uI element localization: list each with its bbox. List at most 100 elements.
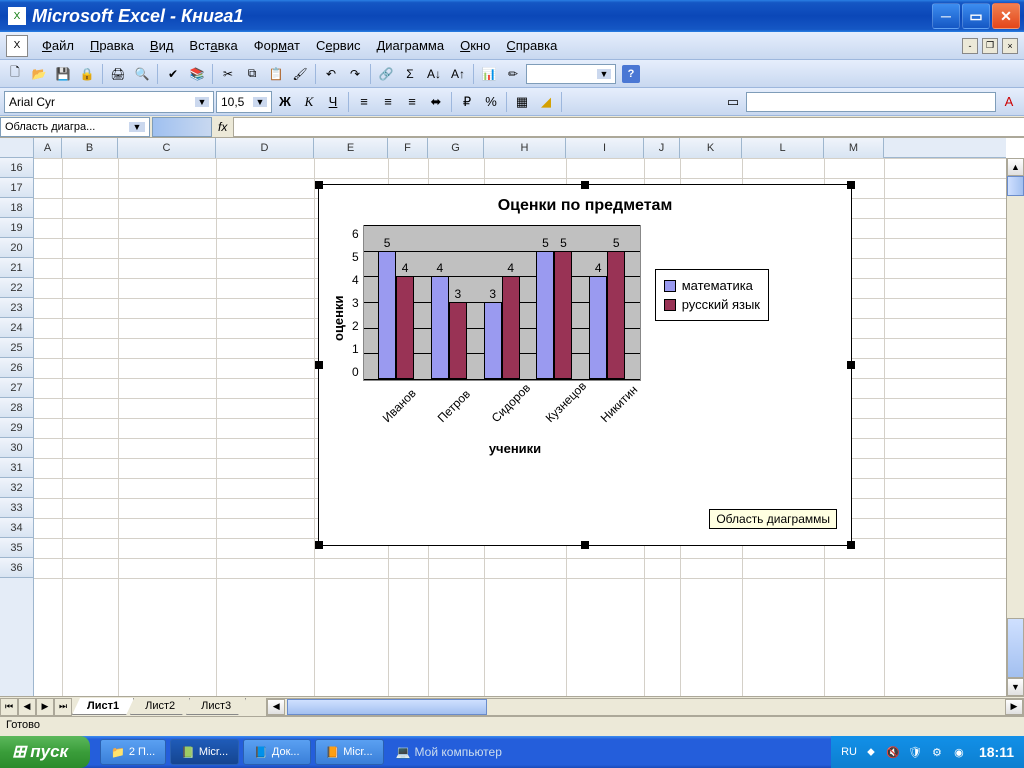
copy-button[interactable]: ⧉ (241, 63, 263, 85)
resize-handle-sw[interactable] (315, 541, 323, 549)
column-header-F[interactable]: F (388, 138, 428, 158)
row-header-27[interactable]: 27 (0, 378, 33, 398)
menu-window[interactable]: Окно (452, 35, 498, 56)
bar-Кузнецов-математика[interactable]: 5 (536, 251, 554, 379)
scroll-down-arrow[interactable]: ▼ (1007, 678, 1024, 696)
column-header-E[interactable]: E (314, 138, 388, 158)
tab-nav-prev[interactable]: ◀ (18, 698, 36, 716)
drawing-button[interactable]: ✏ (502, 63, 524, 85)
help-button[interactable]: ? (622, 65, 640, 83)
resize-handle-ne[interactable] (847, 181, 855, 189)
format-painter-button[interactable]: 🖌 (289, 63, 311, 85)
name-box-handle[interactable] (152, 117, 212, 137)
bar-Кузнецов-русский язык[interactable]: 5 (554, 251, 572, 379)
font-size-select[interactable]: 10,5▼ (216, 91, 272, 113)
bar-Никитин-русский язык[interactable]: 5 (607, 251, 625, 379)
autosum-button[interactable]: Σ (399, 63, 421, 85)
row-header-23[interactable]: 23 (0, 298, 33, 318)
column-header-M[interactable]: M (824, 138, 884, 158)
bar-Сидоров-русский язык[interactable]: 4 (502, 276, 520, 379)
chart-x-axis-label[interactable]: ученики (179, 401, 851, 456)
taskbar-button[interactable]: 📙Micr... (315, 739, 384, 765)
scroll-right-arrow[interactable]: ▶ (1005, 699, 1023, 715)
chart-object[interactable]: Оценки по предметам оценки 6543210 54433… (318, 184, 852, 546)
row-header-28[interactable]: 28 (0, 398, 33, 418)
undo-button[interactable]: ↶ (320, 63, 342, 85)
spreadsheet-grid[interactable]: ABCDEFGHIJKLM 16171819202122232425262728… (0, 138, 1024, 696)
row-header-19[interactable]: 19 (0, 218, 33, 238)
print-preview-button[interactable]: 🔍 (131, 63, 153, 85)
redo-button[interactable]: ↷ (344, 63, 366, 85)
row-header-26[interactable]: 26 (0, 358, 33, 378)
row-headers[interactable]: 1617181920212223242526272829303132333435… (0, 158, 34, 696)
row-header-16[interactable]: 16 (0, 158, 33, 178)
system-tray[interactable]: RU ⬥ 🔇 🛡 ⚙ ◉ 18:11 (831, 736, 1024, 768)
hyperlink-button[interactable]: 🔗 (375, 63, 397, 85)
column-header-B[interactable]: B (62, 138, 118, 158)
column-header-A[interactable]: A (34, 138, 62, 158)
column-header-G[interactable]: G (428, 138, 484, 158)
sheet-tab-Лист2[interactable]: Лист2 (130, 698, 190, 715)
row-header-32[interactable]: 32 (0, 478, 33, 498)
open-button[interactable]: 📂 (28, 63, 50, 85)
sheet-tab-Лист3[interactable]: Лист3 (186, 698, 246, 715)
italic-button[interactable]: К (298, 91, 320, 113)
tray-icon-4[interactable]: ⚙ (929, 744, 945, 760)
doc-close-button[interactable]: × (1002, 38, 1018, 54)
maximize-button[interactable]: ▭ (962, 3, 990, 29)
sheet-tab-Лист1[interactable]: Лист1 (72, 698, 134, 715)
bar-Сидоров-математика[interactable]: 3 (484, 302, 502, 379)
row-header-24[interactable]: 24 (0, 318, 33, 338)
underline-button[interactable]: Ч (322, 91, 344, 113)
sort-desc-button[interactable]: A↑ (447, 63, 469, 85)
bar-Иванов-русский язык[interactable]: 4 (396, 276, 414, 379)
menu-tools[interactable]: Сервис (308, 35, 369, 56)
zoom-select[interactable]: ▼ (526, 64, 616, 84)
chart-y-axis-label[interactable]: оценки (329, 223, 352, 381)
hscroll-thumb[interactable] (287, 699, 487, 715)
taskbar-button[interactable]: 💻Мой компьютер (386, 739, 512, 765)
row-header-36[interactable]: 36 (0, 558, 33, 578)
currency-button[interactable]: ₽ (456, 91, 478, 113)
draw-select-button[interactable]: ▭ (722, 91, 744, 113)
row-header-22[interactable]: 22 (0, 278, 33, 298)
taskbar-button[interactable]: 📁2 П... (100, 739, 166, 765)
vscroll-thumb[interactable] (1007, 176, 1024, 196)
menu-insert[interactable]: Вставка (181, 35, 245, 56)
vertical-scrollbar[interactable]: ▲ ▼ (1006, 158, 1024, 696)
row-header-21[interactable]: 21 (0, 258, 33, 278)
resize-handle-se[interactable] (847, 541, 855, 549)
start-button[interactable]: ⊞пуск (0, 736, 90, 768)
bar-Никитин-математика[interactable]: 4 (589, 276, 607, 379)
tray-icon-1[interactable]: ⬥ (863, 744, 879, 760)
lang-indicator[interactable]: RU (841, 746, 857, 758)
row-header-30[interactable]: 30 (0, 438, 33, 458)
doc-minimize-button[interactable]: - (962, 38, 978, 54)
column-header-D[interactable]: D (216, 138, 314, 158)
align-left-button[interactable]: ≡ (353, 91, 375, 113)
chart-plot-area[interactable]: 5443345545 (363, 225, 641, 381)
bar-Иванов-математика[interactable]: 5 (378, 251, 396, 379)
chart-title[interactable]: Оценки по предметам (319, 185, 851, 223)
row-header-31[interactable]: 31 (0, 458, 33, 478)
save-button[interactable]: 💾 (52, 63, 74, 85)
resize-handle-s[interactable] (581, 541, 589, 549)
new-button[interactable]: 🗋 (4, 63, 26, 85)
spelling-button[interactable]: ✔ (162, 63, 184, 85)
column-header-K[interactable]: K (680, 138, 742, 158)
column-header-C[interactable]: C (118, 138, 216, 158)
row-header-34[interactable]: 34 (0, 518, 33, 538)
menu-file[interactable]: Файл (34, 35, 82, 56)
merge-center-button[interactable]: ⬌ (425, 91, 447, 113)
row-header-20[interactable]: 20 (0, 238, 33, 258)
taskbar-button[interactable]: 📗Micr... (170, 739, 239, 765)
resize-handle-w[interactable] (315, 361, 323, 369)
fill-color-button[interactable]: ◢ (535, 91, 557, 113)
close-button[interactable]: ✕ (992, 3, 1020, 29)
column-header-L[interactable]: L (742, 138, 824, 158)
menu-view[interactable]: Вид (142, 35, 182, 56)
sort-asc-button[interactable]: A↓ (423, 63, 445, 85)
vscroll-bottom-region[interactable] (1007, 618, 1024, 678)
font-select[interactable]: Arial Cyr▼ (4, 91, 214, 113)
permission-button[interactable]: 🔒 (76, 63, 98, 85)
